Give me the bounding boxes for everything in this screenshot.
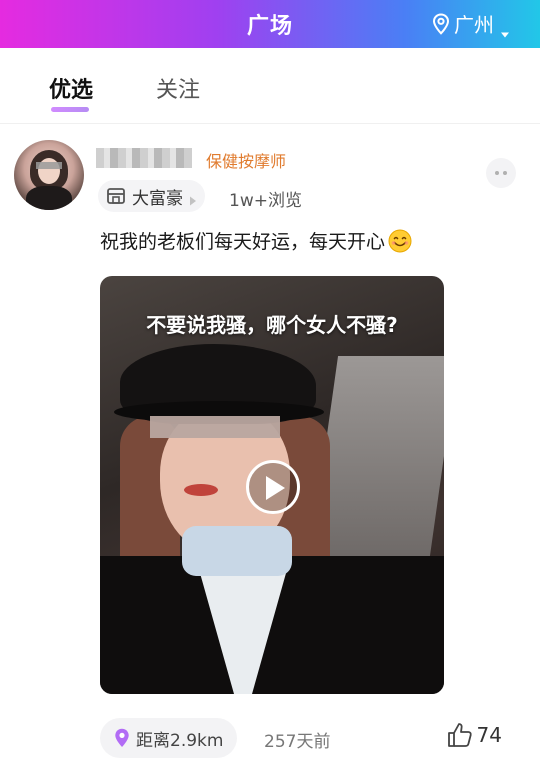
view-count: 1w+浏览 (229, 191, 302, 211)
caption-text: 祝我的老板们每天好运，每天开心 (100, 231, 386, 253)
smile-icon (388, 229, 412, 253)
distance-chip[interactable]: 距离2.9km (100, 718, 238, 758)
feed-tabs: 优选 关注 (0, 48, 540, 124)
top-header: 广场 广州 (0, 0, 540, 48)
tab-featured[interactable]: 优选 (49, 72, 93, 104)
play-button[interactable] (246, 460, 300, 514)
venue-tag-chip[interactable]: 大富豪 (98, 180, 205, 212)
video-thumbnail[interactable]: 不要说我骚，哪个女人不骚? (100, 276, 444, 694)
post-caption: 祝我的老板们每天好运，每天开心 (100, 227, 412, 254)
blurred-username[interactable] (96, 148, 192, 168)
venue-tag-label: 大富豪 (132, 188, 183, 209)
play-icon (266, 476, 285, 500)
more-options-button[interactable] (486, 158, 516, 188)
city-label: 广州 (454, 13, 494, 37)
post-footer: 距离2.9km 257天前 74 (0, 718, 540, 758)
video-overlay-text: 不要说我骚，哪个女人不骚? (146, 313, 398, 337)
chevron-right-icon (189, 191, 197, 206)
caret-down-icon (500, 20, 510, 37)
face-mosaic (150, 416, 280, 438)
tab-following[interactable]: 关注 (156, 72, 200, 104)
user-role-label: 保健按摩师 (206, 152, 287, 171)
feed-post: 保健按摩师 大富豪 1w+浏览 祝我的老板们每天好运，每天开心 不要说我骚，哪个… (0, 124, 540, 766)
thumbs-up-icon (447, 722, 473, 748)
active-tab-indicator (51, 107, 89, 112)
like-button[interactable]: 74 (447, 722, 502, 748)
location-icon (114, 728, 130, 748)
distance-text: 距离2.9km (136, 730, 224, 751)
city-selector[interactable]: 广州 (432, 9, 510, 38)
avatar[interactable] (14, 140, 84, 210)
store-icon (106, 187, 126, 205)
post-time: 257天前 (264, 732, 331, 752)
location-pin-icon (432, 12, 450, 35)
like-count: 74 (476, 723, 502, 747)
